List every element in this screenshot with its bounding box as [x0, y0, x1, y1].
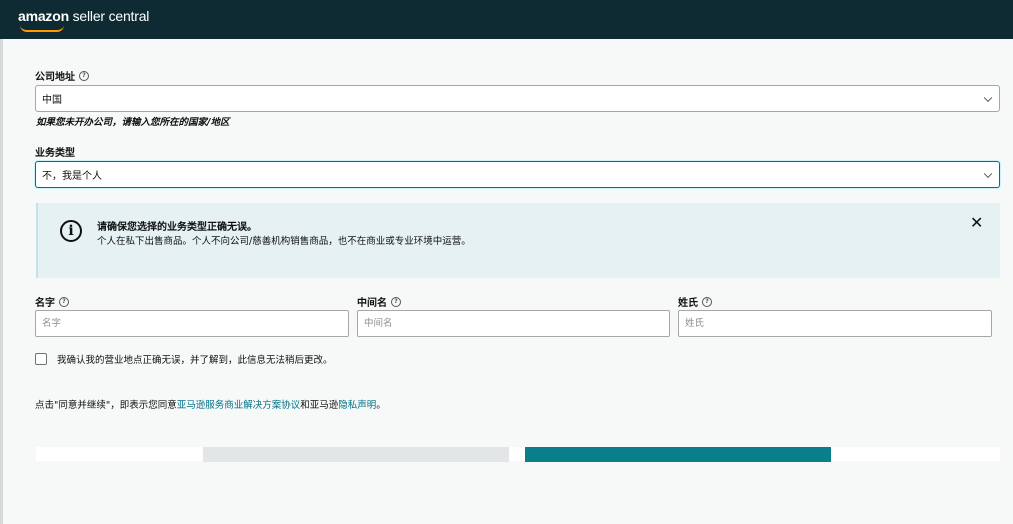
confirm-checkbox[interactable] — [35, 353, 47, 365]
help-icon[interactable]: ? — [79, 70, 89, 81]
business-type-label-text: 业务类型 — [35, 148, 75, 159]
first-name-label-text: 名字 — [35, 298, 55, 309]
business-type-label: 业务类型 — [35, 144, 75, 159]
middle-name-label-text: 中间名 — [357, 298, 387, 309]
terms-text: 点击"同意并继续"，即表示您同意亚马逊服务商业解决方案协议和亚马逊隐私声明。 — [35, 397, 386, 411]
info-alert: i 请确保您选择的业务类型正确无误。 个人在私下出售商品。个人不向公司/慈善机构… — [36, 203, 1000, 278]
form-content: 公司地址 ? 中国 如果您未开办公司，请输入您所在的国家/地区 业务类型 不，我… — [3, 39, 1013, 524]
company-address-label: 公司地址 ? — [35, 68, 89, 83]
logo-text: seller central — [68, 8, 150, 24]
last-name-label-text: 姓氏 — [678, 298, 698, 309]
help-icon[interactable]: ? — [391, 296, 401, 307]
close-icon[interactable]: ✕ — [970, 213, 983, 232]
alert-body: 个人在私下出售商品。个人不向公司/慈善机构销售商品，也不在商业或专业环境中运营。 — [97, 236, 471, 247]
chevron-down-icon — [983, 93, 993, 102]
logo-brand: amazon — [18, 8, 69, 24]
first-name-input[interactable] — [35, 310, 349, 337]
confirm-checkbox-label[interactable]: 我确认我的营业地点正确无误，并了解到，此信息无法稍后更改。 — [57, 352, 333, 366]
bsa-agreement-link[interactable]: 亚马逊服务商业解决方案协议 — [177, 400, 301, 411]
top-bar: amazon seller central — [0, 0, 1013, 39]
company-address-value: 中国 — [42, 95, 62, 106]
help-icon[interactable]: ? — [702, 296, 712, 307]
terms-prefix: 点击"同意并继续"，即表示您同意 — [35, 400, 177, 411]
business-type-select[interactable]: 不，我是个人 — [35, 161, 1000, 188]
company-address-select[interactable]: 中国 — [35, 85, 1000, 112]
middle-name-input[interactable] — [357, 310, 670, 337]
first-name-label: 名字 ? — [35, 294, 69, 309]
info-icon: i — [60, 220, 82, 242]
agree-continue-button[interactable] — [525, 447, 831, 462]
help-icon[interactable]: ? — [59, 296, 69, 307]
company-address-label-text: 公司地址 — [35, 72, 75, 83]
terms-middle: 和亚马逊 — [300, 400, 339, 411]
alert-title: 请确保您选择的业务类型正确无误。 — [97, 222, 257, 233]
last-name-label: 姓氏 ? — [678, 294, 712, 309]
company-address-hint: 如果您未开办公司，请输入您所在的国家/地区 — [36, 117, 230, 128]
middle-name-label: 中间名 ? — [357, 294, 401, 309]
chevron-down-icon — [983, 169, 993, 178]
back-button[interactable] — [203, 447, 509, 462]
last-name-input[interactable] — [678, 310, 992, 337]
amazon-smile-icon — [20, 25, 64, 32]
amazon-seller-central-logo[interactable]: amazon seller central — [18, 8, 150, 32]
terms-suffix: 。 — [376, 400, 386, 411]
button-bar — [36, 447, 1000, 461]
privacy-notice-link[interactable]: 隐私声明 — [338, 400, 376, 411]
business-type-value: 不，我是个人 — [42, 171, 102, 182]
